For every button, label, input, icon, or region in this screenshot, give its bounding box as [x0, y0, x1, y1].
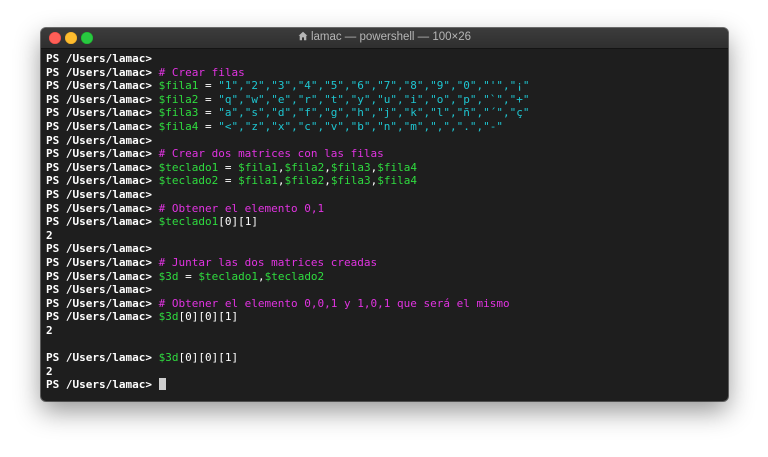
command-variable: $teclado1 [158, 215, 219, 229]
title-bar[interactable]: lamac — powershell — 100×26 [41, 28, 728, 49]
command-text: = [178, 269, 199, 283]
terminal-line: PS /Users/lamac> # Crear dos matrices co… [46, 147, 724, 161]
terminal-line: PS /Users/lamac> $fila4 = "<","z","x","c… [46, 120, 724, 134]
terminal-line: PS /Users/lamac> [46, 134, 724, 148]
terminal-line: PS /Users/lamac> [46, 188, 724, 202]
shell-prompt: PS /Users/lamac> [46, 215, 159, 229]
terminal-line: PS /Users/lamac> $3d[0][0][1] [46, 351, 724, 365]
command-variable: $fila3 [330, 160, 371, 174]
shell-prompt: PS /Users/lamac> [46, 147, 159, 161]
shell-prompt: PS /Users/lamac> [46, 269, 159, 283]
command-text: , [324, 174, 331, 188]
terminal-line: PS /Users/lamac> $teclado1[0][1] [46, 215, 724, 229]
command-comment: # Crear dos matrices con las filas [158, 147, 384, 161]
command-variable: $fila1 [158, 79, 199, 93]
shell-prompt: PS /Users/lamac> [46, 174, 159, 188]
command-variable: $fila4 [377, 174, 417, 188]
terminal-line: PS /Users/lamac> [46, 378, 724, 392]
command-variable: $fila3 [158, 106, 199, 120]
terminal-line: 2 [46, 365, 724, 379]
command-variable: $fila2 [284, 160, 325, 174]
command-variable: $3d [158, 269, 179, 283]
shell-prompt: PS /Users/lamac> [46, 160, 159, 174]
command-comment: # Obtener el elemento 0,0,1 y 1,0,1 que … [158, 296, 510, 310]
text-cursor [158, 378, 166, 391]
command-text: [0][0][1] [178, 351, 239, 365]
command-variable: $fila1 [238, 160, 278, 174]
terminal-line: PS /Users/lamac> # Crear filas [46, 66, 724, 80]
terminal-line: PS /Users/lamac> $fila1 = "1","2","3","4… [46, 79, 724, 93]
command-variable: $fila2 [284, 174, 325, 188]
terminal-line: 2 [46, 324, 724, 338]
shell-prompt: PS /Users/lamac> [46, 255, 159, 269]
shell-prompt: PS /Users/lamac> [46, 296, 159, 310]
terminal-line: PS /Users/lamac> $fila3 = "a","s","d","f… [46, 106, 724, 120]
terminal-window: lamac — powershell — 100×26 PS /Users/la… [41, 28, 728, 401]
terminal-line: PS /Users/lamac> # Obtener el elemento 0… [46, 297, 724, 311]
command-variable: $fila4 [377, 160, 417, 174]
command-comment: # Crear filas [158, 65, 245, 79]
command-variable: $teclado2 [264, 269, 325, 283]
command-text: = [198, 79, 219, 93]
command-comment: # Obtener el elemento 0,1 [158, 201, 325, 215]
terminal-line: PS /Users/lamac> $teclado2 = $fila1,$fil… [46, 174, 724, 188]
command-text: = [218, 160, 239, 174]
shell-prompt: PS /Users/lamac> [46, 310, 159, 324]
terminal-line: PS /Users/lamac> [46, 242, 724, 256]
command-text: [0][0][1] [178, 310, 239, 324]
command-text: , [324, 160, 331, 174]
command-comment: # Juntar las dos matrices creadas [158, 255, 378, 269]
command-text: [0][1] [218, 215, 258, 229]
command-output: 2 [46, 364, 53, 378]
command-text: = [198, 106, 219, 120]
terminal-line: PS /Users/lamac> # Obtener el elemento 0… [46, 202, 724, 216]
window-title-container: lamac — powershell — 100×26 [41, 31, 728, 43]
shell-prompt: PS /Users/lamac> [46, 92, 159, 106]
command-string: "<","z","x","c","v","b","n","m",",",".",… [218, 119, 503, 133]
command-string: "a","s","d","f","g","h","j","k","l","ñ",… [218, 106, 530, 120]
shell-prompt: PS /Users/lamac> [46, 242, 159, 256]
shell-prompt: PS /Users/lamac> [46, 201, 159, 215]
terminal-line: PS /Users/lamac> $3d[0][0][1] [46, 310, 724, 324]
shell-prompt: PS /Users/lamac> [46, 106, 159, 120]
window-title: lamac — powershell — 100×26 [310, 31, 472, 43]
shell-prompt: PS /Users/lamac> [46, 283, 159, 297]
shell-prompt: PS /Users/lamac> [46, 133, 159, 147]
command-variable: $teclado1 [198, 269, 258, 283]
command-variable: $fila2 [158, 92, 199, 106]
command-text: = [198, 119, 219, 133]
command-variable: $3d [158, 351, 179, 365]
command-string: "1","2","3","4","5","6","7","8","9","0",… [218, 79, 530, 93]
terminal-line: PS /Users/lamac> $teclado1 = $fila1,$fil… [46, 161, 724, 175]
command-variable: $fila3 [330, 174, 371, 188]
terminal-line: PS /Users/lamac> [46, 52, 724, 66]
shell-prompt: PS /Users/lamac> [46, 378, 159, 392]
command-text: , [257, 269, 265, 283]
home-folder-icon [298, 31, 308, 41]
command-variable: $fila4 [158, 119, 199, 133]
command-text: = [198, 92, 219, 106]
shell-prompt: PS /Users/lamac> [46, 79, 159, 93]
terminal-line: PS /Users/lamac> $fila2 = "q","w","e","r… [46, 93, 724, 107]
shell-prompt: PS /Users/lamac> [46, 52, 159, 65]
terminal-content[interactable]: PS /Users/lamac> PS /Users/lamac> # Crea… [46, 52, 724, 399]
terminal-line: PS /Users/lamac> [46, 283, 724, 297]
command-output: 2 [46, 228, 53, 242]
terminal-line: PS /Users/lamac> $3d = $teclado1,$teclad… [46, 270, 724, 284]
shell-prompt: PS /Users/lamac> [46, 187, 159, 201]
shell-prompt: PS /Users/lamac> [46, 65, 159, 79]
command-output: 2 [46, 323, 53, 337]
command-text: = [218, 174, 239, 188]
terminal-line: 2 [46, 229, 724, 243]
command-variable: $teclado2 [158, 174, 219, 188]
shell-prompt: PS /Users/lamac> [46, 351, 159, 365]
terminal-line: PS /Users/lamac> # Juntar las dos matric… [46, 256, 724, 270]
command-string: "q","w","e","r","t","y","u","i","o","p",… [218, 92, 530, 106]
command-variable: $teclado1 [158, 160, 219, 174]
command-variable: $fila1 [238, 174, 278, 188]
command-variable: $3d [158, 310, 179, 324]
shell-prompt: PS /Users/lamac> [46, 119, 159, 133]
